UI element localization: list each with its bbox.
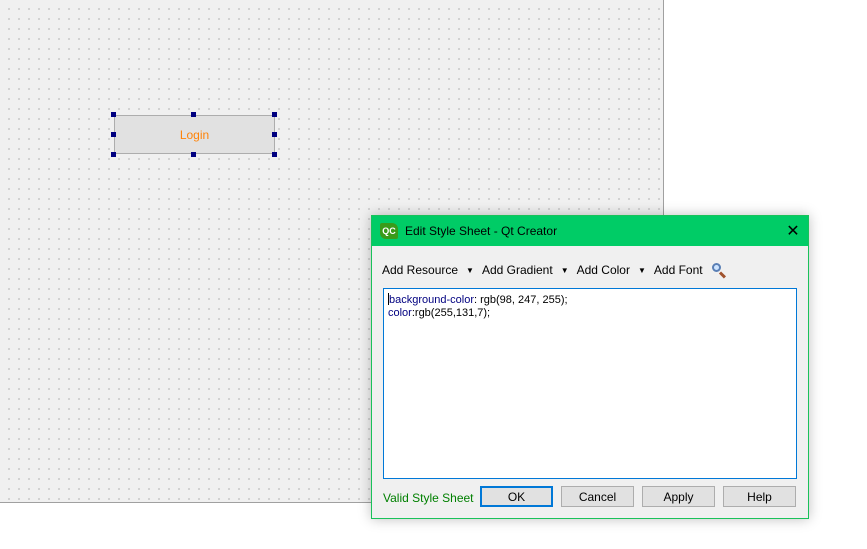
value-color: :rgb(255,131,7); — [411, 307, 491, 319]
property-background-color: background-color — [389, 294, 474, 306]
resize-handle-top-right[interactable] — [272, 112, 277, 117]
resize-handle-top-left[interactable] — [111, 112, 116, 117]
add-resource-button[interactable]: Add Resource ▼ — [382, 263, 474, 277]
validity-status: Valid Style Sheet — [383, 491, 474, 505]
add-font-button[interactable]: Add Font — [654, 263, 703, 277]
resize-handle-right[interactable] — [272, 132, 277, 137]
apply-button[interactable]: Apply — [642, 486, 715, 507]
add-gradient-button[interactable]: Add Gradient ▼ — [482, 263, 569, 277]
editor-line-1: background-color: rgb(98, 247, 255); — [388, 293, 792, 307]
style-sheet-editor[interactable]: background-color: rgb(98, 247, 255); col… — [383, 288, 797, 479]
cancel-button[interactable]: Cancel — [561, 486, 634, 507]
magnifier-lens — [711, 263, 721, 272]
chevron-down-icon: ▼ — [560, 265, 569, 275]
value-background-color: : rgb(98, 247, 255); — [474, 294, 568, 306]
login-button[interactable]: Login — [114, 115, 275, 154]
help-button[interactable]: Help — [723, 486, 796, 507]
close-icon[interactable]: ✕ — [778, 216, 808, 246]
property-color: color — [388, 307, 412, 319]
magnifier-icon[interactable] — [711, 262, 727, 279]
login-button-label: Login — [179, 127, 210, 142]
resize-handle-bottom[interactable] — [191, 152, 196, 157]
editor-line-2: color:rgb(255,131,7); — [388, 307, 792, 320]
qt-creator-logo-icon: QC — [380, 223, 398, 239]
resize-handle-bottom-left[interactable] — [111, 152, 116, 157]
style-toolbar: Add Resource ▼ Add Gradient ▼ Add Color … — [382, 260, 798, 280]
resize-handle-top[interactable] — [191, 112, 196, 117]
add-color-button[interactable]: Add Color ▼ — [577, 263, 646, 277]
dialog-titlebar[interactable]: QC Edit Style Sheet - Qt Creator ✕ — [372, 216, 808, 246]
chevron-down-icon: ▼ — [466, 265, 474, 275]
resize-handle-left[interactable] — [111, 132, 116, 137]
resize-handle-bottom-right[interactable] — [272, 152, 277, 157]
magnifier-handle — [718, 271, 726, 279]
dialog-title: Edit Style Sheet - Qt Creator — [405, 224, 558, 238]
edit-style-sheet-dialog: QC Edit Style Sheet - Qt Creator ✕ Add R… — [371, 215, 809, 519]
chevron-down-icon: ▼ — [637, 265, 646, 275]
ok-button[interactable]: OK — [480, 486, 553, 507]
